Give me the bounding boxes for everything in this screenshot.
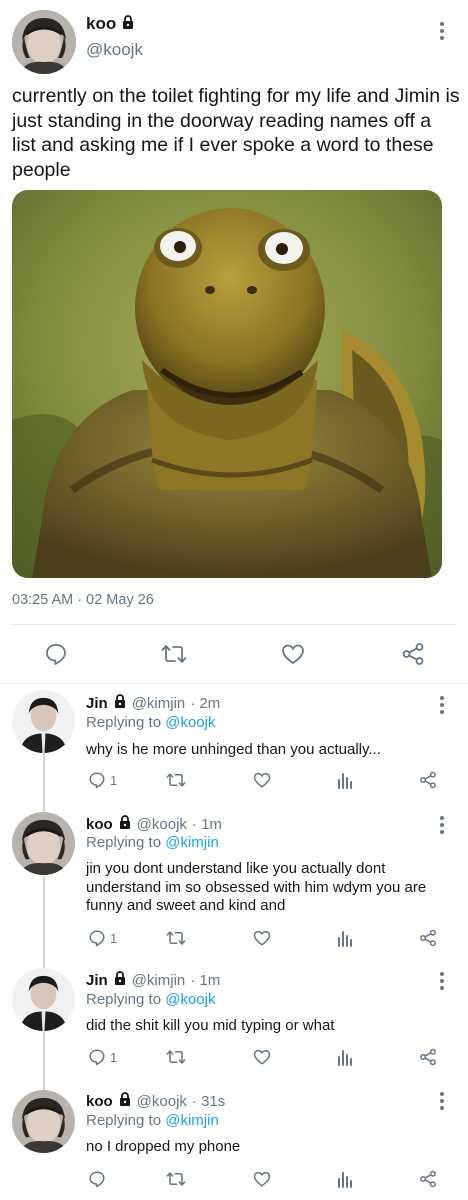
tweet-text: currently on the toilet fighting for my … (12, 85, 460, 181)
avatar[interactable] (12, 812, 75, 875)
author-name-row: Jin @kimjin · 1m (86, 971, 220, 989)
replying-prefix: Replying to (86, 714, 162, 731)
author-handle[interactable]: @koojk (86, 40, 143, 60)
replying-prefix: Replying to (86, 834, 162, 851)
analytics-icon[interactable] (336, 929, 354, 947)
author-name-row: Jin @kimjin · 2m (86, 694, 220, 712)
reply-tweet[interactable]: Jin @kimjin · 1m Replying to @koojk did … (0, 964, 468, 1084)
retweet-icon[interactable] (166, 929, 186, 947)
retweet-icon[interactable] (161, 642, 187, 666)
retweet-icon[interactable] (166, 1048, 186, 1066)
avatar[interactable] (12, 968, 75, 1031)
replying-to: Replying to @koojk (86, 991, 215, 1008)
reply-text: no I dropped my phone (86, 1138, 241, 1155)
analytics-icon[interactable] (336, 1048, 354, 1066)
reply-action[interactable]: 1 (88, 929, 117, 947)
author-name[interactable]: koo (86, 816, 113, 833)
reply-count: 1 (110, 930, 118, 946)
share-icon[interactable] (419, 1170, 437, 1188)
replying-to-link[interactable]: @koojk (165, 991, 215, 1008)
reply-icon[interactable] (44, 642, 68, 666)
reply-action[interactable]: 1 (88, 1048, 117, 1066)
replying-to: Replying to @kimjin (86, 1112, 219, 1129)
thread-line (43, 752, 45, 804)
reply-time: · 1m (190, 971, 221, 989)
reply-tweet[interactable]: Jin @kimjin · 2m Replying to @koojk why … (0, 684, 468, 804)
author-handle[interactable]: @kimjin (132, 972, 186, 989)
like-icon[interactable] (281, 642, 305, 666)
reply-text: did the shit kill you mid typing or what (86, 1017, 335, 1034)
tweet-actions (0, 636, 468, 672)
author-name-row: koo @koojk · 1m (86, 815, 222, 833)
thread-line (43, 876, 45, 964)
more-options-icon[interactable] (438, 1092, 446, 1112)
reply-action[interactable]: 1 (88, 771, 117, 789)
reply-time: · 1m (191, 815, 222, 833)
retweet-icon[interactable] (166, 771, 186, 789)
tweet-media[interactable] (12, 190, 442, 578)
author-handle[interactable]: @koojk (137, 816, 187, 833)
share-icon[interactable] (419, 771, 437, 789)
like-icon[interactable] (253, 771, 271, 789)
author-name[interactable]: koo (86, 1093, 113, 1110)
analytics-icon[interactable] (336, 1170, 354, 1188)
like-icon[interactable] (253, 929, 271, 947)
retweet-icon[interactable] (166, 1170, 186, 1188)
koo-avatar-image (12, 1090, 75, 1153)
reply-icon (89, 930, 105, 947)
reply-time: · 31s (191, 1092, 226, 1110)
lock-icon (121, 14, 135, 34)
like-icon[interactable] (253, 1170, 271, 1188)
like-icon[interactable] (253, 1048, 271, 1066)
replying-to-link[interactable]: @kimjin (165, 834, 219, 851)
reply-tweet[interactable]: koo @koojk · 1m Replying to @kimjin jin … (0, 804, 468, 964)
author-handle[interactable]: @koojk (137, 1093, 187, 1110)
reply-icon (89, 1049, 105, 1066)
reply-icon[interactable] (88, 1170, 106, 1188)
reply-text: why is he more unhinged than you actuall… (86, 741, 381, 758)
author-name-row: koo @koojk · 31s (86, 1092, 225, 1110)
reply-time: · 2m (190, 694, 221, 712)
replying-to: Replying to @koojk (86, 714, 215, 731)
more-options-icon[interactable] (438, 972, 446, 992)
replying-to-link[interactable]: @koojk (165, 714, 215, 731)
author-name[interactable]: koo (86, 14, 116, 34)
reply-count: 1 (110, 1049, 118, 1065)
author-name-row: koo (86, 14, 135, 34)
share-icon[interactable] (401, 642, 425, 666)
reply-tweet[interactable]: koo @koojk · 31s Replying to @kimjin no … (0, 1084, 468, 1200)
jin-avatar-image (12, 690, 75, 753)
koo-avatar-image (12, 10, 76, 74)
turtle-cartoon-image (12, 190, 442, 578)
replying-prefix: Replying to (86, 1112, 162, 1129)
lock-icon (118, 1092, 132, 1110)
analytics-icon[interactable] (336, 771, 354, 789)
share-icon[interactable] (419, 929, 437, 947)
lock-icon (118, 815, 132, 833)
reply-count: 1 (110, 772, 118, 788)
lock-icon (113, 971, 127, 989)
replying-to-link[interactable]: @kimjin (165, 1112, 219, 1129)
more-options-icon[interactable] (438, 816, 446, 836)
koo-avatar-image (12, 812, 75, 875)
reply-text: jin you dont understand like you actuall… (86, 860, 427, 914)
more-options-icon[interactable] (438, 696, 446, 716)
thread-line (43, 1032, 45, 1084)
divider (12, 624, 456, 625)
jin-avatar-image (12, 968, 75, 1031)
tweet-timestamp: 03:25 AM · 02 May 26 (12, 592, 154, 608)
author-name[interactable]: Jin (86, 972, 108, 989)
replying-prefix: Replying to (86, 991, 162, 1008)
reply-icon (89, 772, 105, 789)
author-name[interactable]: Jin (86, 695, 108, 712)
avatar[interactable] (12, 10, 76, 74)
avatar[interactable] (12, 690, 75, 753)
more-options-icon[interactable] (438, 22, 446, 42)
lock-icon (113, 694, 127, 712)
author-handle[interactable]: @kimjin (132, 695, 186, 712)
share-icon[interactable] (419, 1048, 437, 1066)
thread-line (43, 804, 45, 812)
avatar[interactable] (12, 1090, 75, 1153)
replying-to: Replying to @kimjin (86, 834, 219, 851)
